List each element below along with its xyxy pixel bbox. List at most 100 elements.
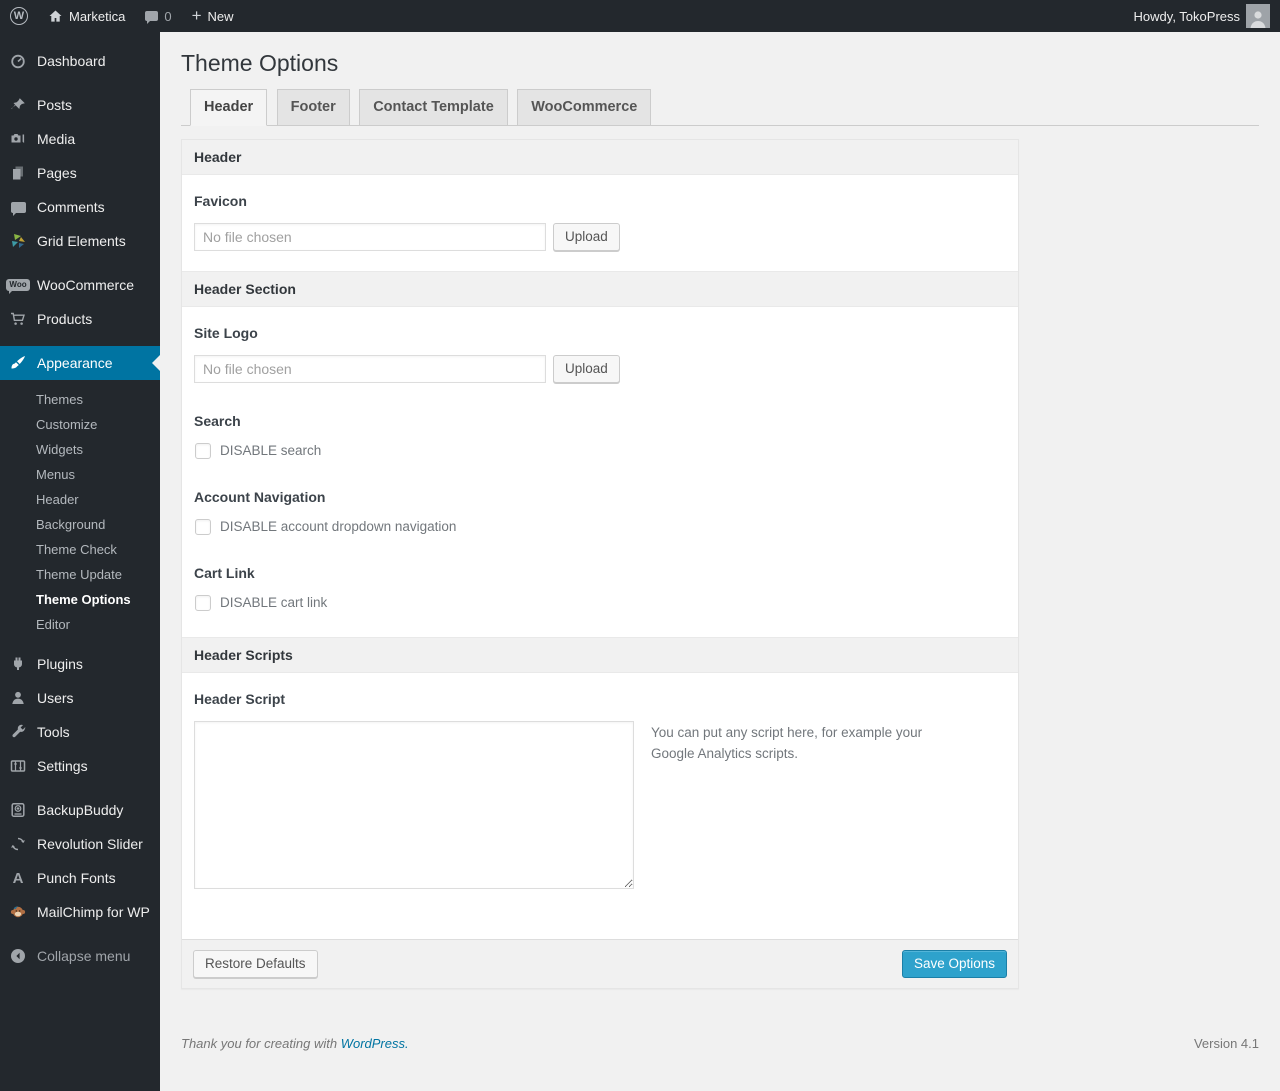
- sidebar-item-settings[interactable]: Settings: [0, 749, 160, 783]
- site-name: Marketica: [69, 8, 126, 24]
- cart-link-label: Cart Link: [194, 564, 255, 581]
- footer-thanks-text: Thank you for creating with: [181, 1035, 338, 1051]
- submenu-item-widgets[interactable]: Widgets: [0, 437, 160, 462]
- collapse-arrow-icon: [8, 948, 28, 964]
- sidebar-item-label: Punch Fonts: [37, 870, 116, 886]
- favicon-upload-button[interactable]: Upload: [553, 222, 620, 251]
- sidebar-item-label: Posts: [37, 97, 73, 113]
- admin-sidebar: Dashboard Posts Media Pages Comments Gri…: [0, 32, 160, 1091]
- submenu-item-customize[interactable]: Customize: [0, 412, 160, 437]
- site-logo-label: Site Logo: [194, 324, 258, 341]
- user-icon: [8, 690, 28, 706]
- sync-arrows-icon: [8, 836, 28, 852]
- header-script-textarea[interactable]: [194, 720, 634, 889]
- wrench-icon: [8, 724, 28, 740]
- sidebar-item-revolution-slider[interactable]: Revolution Slider: [0, 827, 160, 861]
- main-content: Theme Options Header Footer Contact Temp…: [160, 32, 1280, 1091]
- adminbar-comments-link[interactable]: 0: [135, 0, 181, 32]
- restore-defaults-button[interactable]: Restore Defaults: [193, 949, 318, 978]
- sidebar-item-grid-elements[interactable]: Grid Elements: [0, 224, 160, 258]
- favicon-label: Favicon: [194, 192, 247, 209]
- sidebar-item-tools[interactable]: Tools: [0, 715, 160, 749]
- disable-cart-link-checkbox[interactable]: [195, 594, 211, 611]
- sidebar-item-appearance[interactable]: Appearance: [0, 346, 160, 380]
- sidebar-item-label: Products: [37, 311, 93, 327]
- avatar: [1246, 4, 1270, 28]
- submenu-item-menus[interactable]: Menus: [0, 462, 160, 487]
- section-body-header-scripts: Header Script You can put any script her…: [182, 673, 1018, 939]
- sidebar-item-dashboard[interactable]: Dashboard: [0, 44, 160, 78]
- adminbar-new-link[interactable]: + New: [182, 0, 244, 32]
- disable-cart-link-row: DISABLE cart link: [195, 594, 1006, 611]
- sidebar-item-plugins[interactable]: Plugins: [0, 647, 160, 681]
- sidebar-item-label: Settings: [37, 758, 88, 774]
- submenu-item-theme-check[interactable]: Theme Check: [0, 537, 160, 562]
- favicon-file-input[interactable]: [194, 222, 546, 251]
- site-logo-file-input[interactable]: [194, 354, 546, 383]
- collapse-menu-button[interactable]: Collapse menu: [0, 939, 160, 973]
- wordpress-logo-icon: W: [10, 7, 28, 25]
- sidebar-item-label: WooCommerce: [37, 277, 134, 293]
- site-logo-upload-button[interactable]: Upload: [553, 354, 620, 383]
- tab-footer[interactable]: Footer: [276, 88, 350, 126]
- disable-cart-link-label: DISABLE cart link: [220, 595, 328, 611]
- section-body-header: Favicon Upload: [182, 175, 1018, 271]
- comment-count: 0: [164, 8, 172, 24]
- sidebar-item-woocommerce[interactable]: Woo WooCommerce: [0, 268, 160, 302]
- sidebar-item-media[interactable]: Media: [0, 122, 160, 156]
- sidebar-item-products[interactable]: Products: [0, 302, 160, 336]
- sidebar-item-label: Grid Elements: [37, 233, 126, 249]
- disable-account-nav-checkbox[interactable]: [195, 518, 211, 535]
- cart-icon: [8, 311, 28, 327]
- submenu-item-editor[interactable]: Editor: [0, 612, 160, 637]
- sidebar-item-pages[interactable]: Pages: [0, 156, 160, 190]
- comment-bubble-icon: [145, 11, 159, 24]
- disable-account-nav-row: DISABLE account dropdown navigation: [195, 518, 1006, 535]
- header-script-note: You can put any script here, for example…: [651, 724, 923, 761]
- tab-contact-template[interactable]: Contact Template: [359, 88, 508, 126]
- adminbar-site-link[interactable]: Marketica: [38, 0, 135, 32]
- account-navigation-label: Account Navigation: [194, 488, 326, 505]
- sidebar-item-label: Comments: [37, 199, 105, 215]
- sidebar-item-label: BackupBuddy: [37, 802, 124, 818]
- sidebar-item-comments[interactable]: Comments: [0, 190, 160, 224]
- home-icon: [48, 9, 63, 24]
- submenu-item-background[interactable]: Background: [0, 512, 160, 537]
- submenu-item-theme-options[interactable]: Theme Options: [0, 587, 160, 612]
- sidebar-item-label: Media: [37, 131, 76, 147]
- sidebar-item-label: Dashboard: [37, 53, 106, 69]
- save-options-button[interactable]: Save Options: [901, 949, 1007, 978]
- section-heading-header-section: Header Section: [182, 270, 1018, 307]
- wordpress-link[interactable]: WordPress.: [341, 1036, 409, 1051]
- dashboard-gauge-icon: [8, 53, 28, 69]
- sidebar-item-punch-fonts[interactable]: A Punch Fonts: [0, 861, 160, 895]
- admin-bar-left: W Marketica 0 + New: [0, 0, 244, 32]
- sidebar-item-label: Collapse menu: [37, 948, 131, 964]
- submenu-item-header[interactable]: Header: [0, 487, 160, 512]
- search-label: Search: [194, 412, 241, 429]
- disable-search-row: DISABLE search: [195, 442, 1006, 459]
- tab-woocommerce[interactable]: WooCommerce: [517, 88, 652, 126]
- sidebar-item-label: Tools: [37, 724, 70, 740]
- disable-account-nav-label: DISABLE account dropdown navigation: [220, 519, 457, 535]
- woocommerce-badge-icon: Woo: [6, 279, 30, 294]
- sidebar-item-users[interactable]: Users: [0, 681, 160, 715]
- sidebar-item-posts[interactable]: Posts: [0, 88, 160, 122]
- wordpress-logo-menu[interactable]: W: [0, 0, 38, 32]
- submenu-item-themes[interactable]: Themes: [0, 387, 160, 412]
- disable-search-label: DISABLE search: [220, 443, 322, 459]
- panel-footer: Restore Defaults Save Options: [182, 938, 1018, 988]
- adminbar-account-link[interactable]: Howdy, TokoPress: [1124, 0, 1280, 32]
- sidebar-item-label: Appearance: [37, 355, 113, 371]
- submenu-item-theme-update[interactable]: Theme Update: [0, 562, 160, 587]
- pushpin-icon: [8, 97, 28, 113]
- tab-header[interactable]: Header: [190, 88, 268, 126]
- favicon-upload-row: Upload: [194, 222, 1006, 251]
- section-heading-header-scripts: Header Scripts: [182, 636, 1018, 673]
- sidebar-item-backupbuddy[interactable]: BackupBuddy: [0, 793, 160, 827]
- sidebar-item-label: Plugins: [37, 656, 83, 672]
- sidebar-item-mailchimp[interactable]: MailChimp for WP: [0, 895, 160, 929]
- disable-search-checkbox[interactable]: [195, 442, 211, 459]
- wordpress-admin-screen: W Marketica 0 + New Howdy, TokoPress Das…: [0, 0, 1280, 1091]
- tab-bar: Header Footer Contact Template WooCommer…: [181, 88, 1259, 126]
